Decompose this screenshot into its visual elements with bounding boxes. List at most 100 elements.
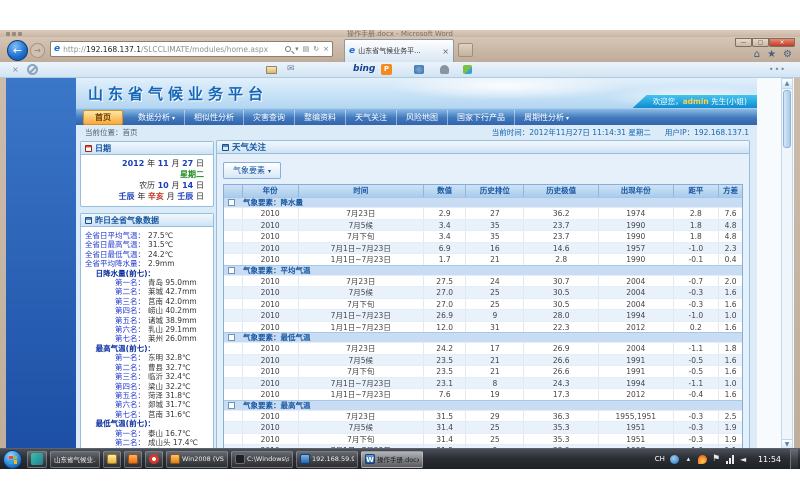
- volume-icon[interactable]: ◄: [740, 455, 749, 464]
- table-group-row[interactable]: 气象要素：最低气温: [224, 332, 742, 342]
- table-cell: [224, 254, 243, 265]
- compass-logo-icon[interactable]: [27, 64, 38, 75]
- table-cell: 14.6: [524, 243, 599, 254]
- main-panel: 天气关注 气象要素▾ 年份时间数值历史排位历史极值出现年份距平方差气象要素：降水…: [216, 140, 750, 484]
- tab-close-icon[interactable]: ×: [439, 47, 449, 56]
- table-cell: 1.6: [719, 389, 742, 400]
- search-icon[interactable]: [285, 46, 291, 52]
- system-tray: CH ▴ ⚑ ◄ 11:54: [655, 449, 800, 470]
- nav-item-4[interactable]: 整编资料: [295, 110, 346, 125]
- table-row: 20107月下旬31.42535.31951-0.31.9: [224, 433, 742, 445]
- table-cell: 26.9: [424, 310, 466, 321]
- taskbar-button-app-media[interactable]: [145, 451, 163, 468]
- taskbar-button-ie[interactable]: e山东省气候业...: [50, 451, 100, 468]
- table-cell: 1957: [599, 243, 674, 254]
- addon-icon-1[interactable]: [414, 65, 424, 74]
- table-row: 20107月23日24.21726.92004-1.11.8: [224, 342, 742, 354]
- minimize-button[interactable]: —: [735, 38, 752, 47]
- vm-icon: [170, 454, 180, 464]
- close-pane-icon[interactable]: ×: [12, 65, 19, 74]
- table-group-row[interactable]: 气象要素：平均气温: [224, 265, 742, 275]
- taskbar-button-rdp[interactable]: 192.168.59.99...: [296, 451, 358, 468]
- taskbar-button-pinned-app[interactable]: [27, 451, 47, 468]
- nav-item-7[interactable]: 国家下行产品: [448, 110, 515, 125]
- table-row: 20107月下旬23.52126.61991-0.51.6: [224, 365, 742, 377]
- hidden-icons-arrow[interactable]: ▴: [684, 455, 693, 464]
- weather-stat-row: 全省日最低气温：24.2℃: [81, 250, 211, 259]
- page-scrollbar[interactable]: ▲ ▼: [781, 78, 793, 450]
- language-indicator[interactable]: CH: [655, 455, 665, 463]
- table-cell: [224, 243, 243, 254]
- table-cell: 30.5: [524, 299, 599, 310]
- stop-icon[interactable]: ×: [323, 45, 329, 53]
- settings-gear-icon[interactable]: ⚙: [783, 49, 792, 60]
- forward-button[interactable]: →: [30, 43, 45, 58]
- network-icon[interactable]: [726, 455, 735, 464]
- nav-item-1[interactable]: 数据分析▾: [129, 110, 185, 125]
- taskbar-button-app-orange[interactable]: [124, 451, 142, 468]
- table-group-row[interactable]: 气象要素：降水量: [224, 197, 742, 207]
- nav-item-3[interactable]: 灾害查询: [244, 110, 295, 125]
- search-dropdown-icon[interactable]: ▾: [295, 45, 299, 53]
- expand-checkbox-icon[interactable]: [228, 199, 235, 206]
- flame-tray-icon[interactable]: [698, 455, 707, 464]
- expand-checkbox-icon[interactable]: [228, 402, 235, 409]
- table-cell: 21: [466, 254, 524, 265]
- url-text[interactable]: http://192.168.137.1/SLCCLIMATE/modules/…: [63, 45, 285, 54]
- mail-icon[interactable]: ✉: [287, 64, 295, 74]
- table-header-cell: 时间: [299, 185, 424, 197]
- table-cell: 2010: [243, 299, 299, 310]
- favorites-star-icon[interactable]: ★: [767, 49, 776, 60]
- expand-checkbox-icon[interactable]: [228, 267, 235, 274]
- nav-item-6[interactable]: 风险地图: [397, 110, 448, 125]
- table-cell: 2010: [243, 231, 299, 242]
- show-desktop-button[interactable]: [790, 449, 798, 470]
- nav-item-2[interactable]: 相似性分析: [185, 110, 244, 125]
- table-cell: 26.6: [524, 366, 599, 377]
- table-cell: 35: [466, 231, 524, 242]
- taskbar-button-word[interactable]: W操作手册.docx -...: [361, 451, 423, 468]
- weather-stat-row: 第二名：莱城 42.7mm: [81, 287, 211, 296]
- globe-tray-icon[interactable]: [670, 455, 679, 464]
- browser-tab[interactable]: e 山东省气候业务平... ×: [344, 39, 454, 62]
- taskbar-button-cmd[interactable]: C:\Windows\sy...: [231, 451, 293, 468]
- weather-stat-row: 第五名：诸城 38.9mm: [81, 316, 211, 325]
- nav-item-5[interactable]: 天气关注: [346, 110, 397, 125]
- table-cell: -0.7: [674, 276, 720, 287]
- close-button[interactable]: ×: [769, 38, 795, 47]
- refresh-icon[interactable]: ↻: [313, 45, 319, 53]
- table-cell: -1.0: [674, 243, 720, 254]
- more-options-icon[interactable]: •••: [769, 65, 786, 74]
- taskbar-button-vm[interactable]: Win2008 (VS2...: [166, 451, 228, 468]
- back-button[interactable]: ←: [7, 40, 28, 61]
- card-icon[interactable]: [266, 66, 277, 74]
- screen: 操作手册.docx - Microsoft Word ← → e http://…: [0, 0, 800, 500]
- scrollbar-thumb[interactable]: [783, 90, 791, 148]
- maximize-button[interactable]: ▢: [752, 38, 769, 47]
- compatibility-icon[interactable]: ▤: [303, 45, 310, 53]
- element-filter-button[interactable]: 气象要素▾: [223, 162, 281, 179]
- table-cell: 2010: [243, 322, 299, 333]
- new-tab-button[interactable]: [458, 43, 473, 57]
- bing-logo[interactable]: bing: [353, 64, 375, 74]
- search-badge-icon[interactable]: P: [381, 64, 392, 75]
- address-bar[interactable]: e http://192.168.137.1/SLCCLIMATE/module…: [50, 41, 333, 57]
- start-button[interactable]: [3, 450, 22, 469]
- home-icon[interactable]: ⌂: [754, 49, 760, 60]
- table-cell: 16: [466, 243, 524, 254]
- table-group-label: 气象要素：平均气温: [243, 265, 311, 276]
- scrollbar-up-arrow[interactable]: ▲: [782, 79, 792, 89]
- addon-icon-2[interactable]: [440, 65, 449, 74]
- taskbar-clock[interactable]: 11:54: [758, 455, 781, 464]
- addon-icon-3[interactable]: [463, 65, 472, 74]
- date-panel: 日期 2012 年 11 月 27 日星期二农历 10 月 14 日壬辰 年 辛…: [80, 141, 214, 207]
- expand-checkbox-icon[interactable]: [228, 334, 235, 341]
- table-cell: 24.3: [524, 378, 599, 389]
- nav-item-0[interactable]: 首页: [83, 110, 123, 125]
- action-center-flag-icon[interactable]: ⚑: [712, 455, 721, 464]
- table-group-row[interactable]: 气象要素：最高气温: [224, 400, 742, 410]
- table-cell: 1.6: [719, 366, 742, 377]
- taskbar-button-folder[interactable]: [103, 451, 121, 468]
- main-panel-header: 天气关注: [216, 140, 750, 154]
- nav-item-8[interactable]: 周期性分析▾: [515, 110, 578, 125]
